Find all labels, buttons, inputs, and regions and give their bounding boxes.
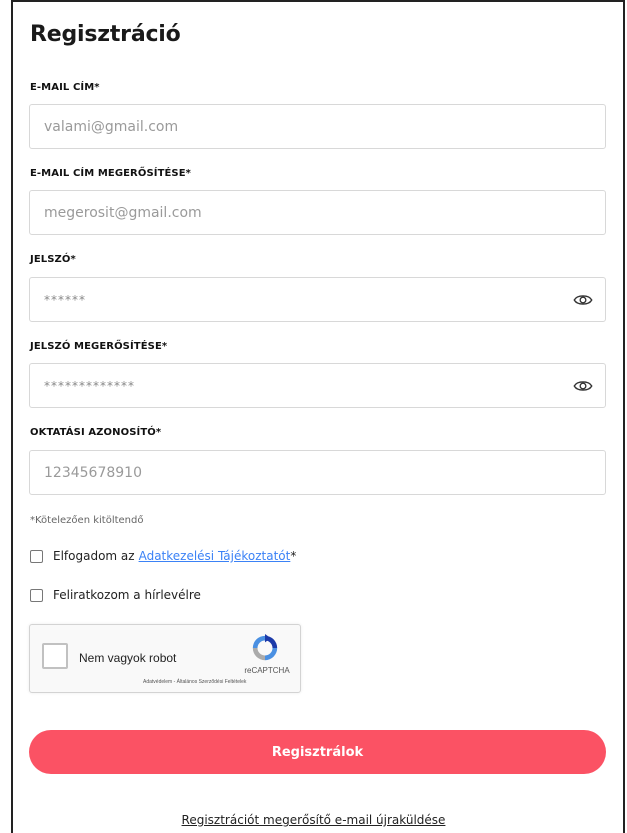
frame-right-border <box>623 0 625 833</box>
recaptcha-checkbox[interactable] <box>42 643 68 669</box>
register-button[interactable]: Regisztrálok <box>29 730 606 774</box>
email-confirm-field-wrapper <box>29 190 606 235</box>
email-field[interactable] <box>30 105 605 148</box>
recaptcha-logo-icon <box>252 633 278 661</box>
registration-page: Regisztráció E-MAIL CÍM* E-MAIL CÍM MEGE… <box>0 0 627 833</box>
edu-id-field-wrapper <box>29 450 606 495</box>
eye-icon[interactable] <box>573 377 593 395</box>
privacy-consent-row: Elfogadom az Adatkezelési Tájékoztatót * <box>30 549 296 563</box>
required-note: *Kötelezően kitöltendő <box>30 515 144 526</box>
privacy-checkbox[interactable] <box>30 549 43 563</box>
recaptcha-widget: Nem vagyok robot reCAPTCHA Adatvédelem -… <box>29 624 301 693</box>
edu-id-field[interactable] <box>30 451 605 494</box>
eye-icon[interactable] <box>573 291 593 309</box>
frame-left-border <box>11 0 13 833</box>
privacy-label-prefix: Elfogadom az <box>53 549 135 563</box>
newsletter-label: Feliratkozom a hírlevélre <box>53 588 201 602</box>
privacy-required-star: * <box>290 549 297 563</box>
resend-confirmation-link[interactable]: Regisztrációt megerősítő e-mail újraküld… <box>182 813 446 827</box>
page-title: Regisztráció <box>30 22 181 47</box>
password-field-wrapper <box>29 277 606 322</box>
password-confirm-field-wrapper <box>29 363 606 408</box>
recaptcha-brand: reCAPTCHA <box>244 666 290 675</box>
email-confirm-field[interactable] <box>30 191 605 234</box>
email-label: E-MAIL CÍM* <box>30 82 100 93</box>
recaptcha-terms-links[interactable]: Adatvédelem - Általános Szerződési Felté… <box>143 679 246 685</box>
newsletter-checkbox[interactable] <box>30 588 43 602</box>
password-label: JELSZÓ* <box>30 254 76 265</box>
password-field[interactable] <box>30 278 605 321</box>
newsletter-row: Feliratkozom a hírlevélre <box>30 588 201 602</box>
edu-id-label: OKTATÁSI AZONOSÍTÓ* <box>30 427 162 438</box>
resend-confirmation-row: Regisztrációt megerősítő e-mail újraküld… <box>0 813 627 827</box>
email-field-wrapper <box>29 104 606 149</box>
password-confirm-field[interactable] <box>30 364 605 407</box>
password-confirm-label: JELSZÓ MEGERŐSÍTÉSE* <box>30 341 168 352</box>
frame-top-border <box>11 0 625 2</box>
recaptcha-label: Nem vagyok robot <box>79 651 177 665</box>
privacy-policy-link[interactable]: Adatkezelési Tájékoztatót <box>139 549 291 563</box>
email-confirm-label: E-MAIL CÍM MEGERŐSÍTÉSE* <box>30 168 191 179</box>
